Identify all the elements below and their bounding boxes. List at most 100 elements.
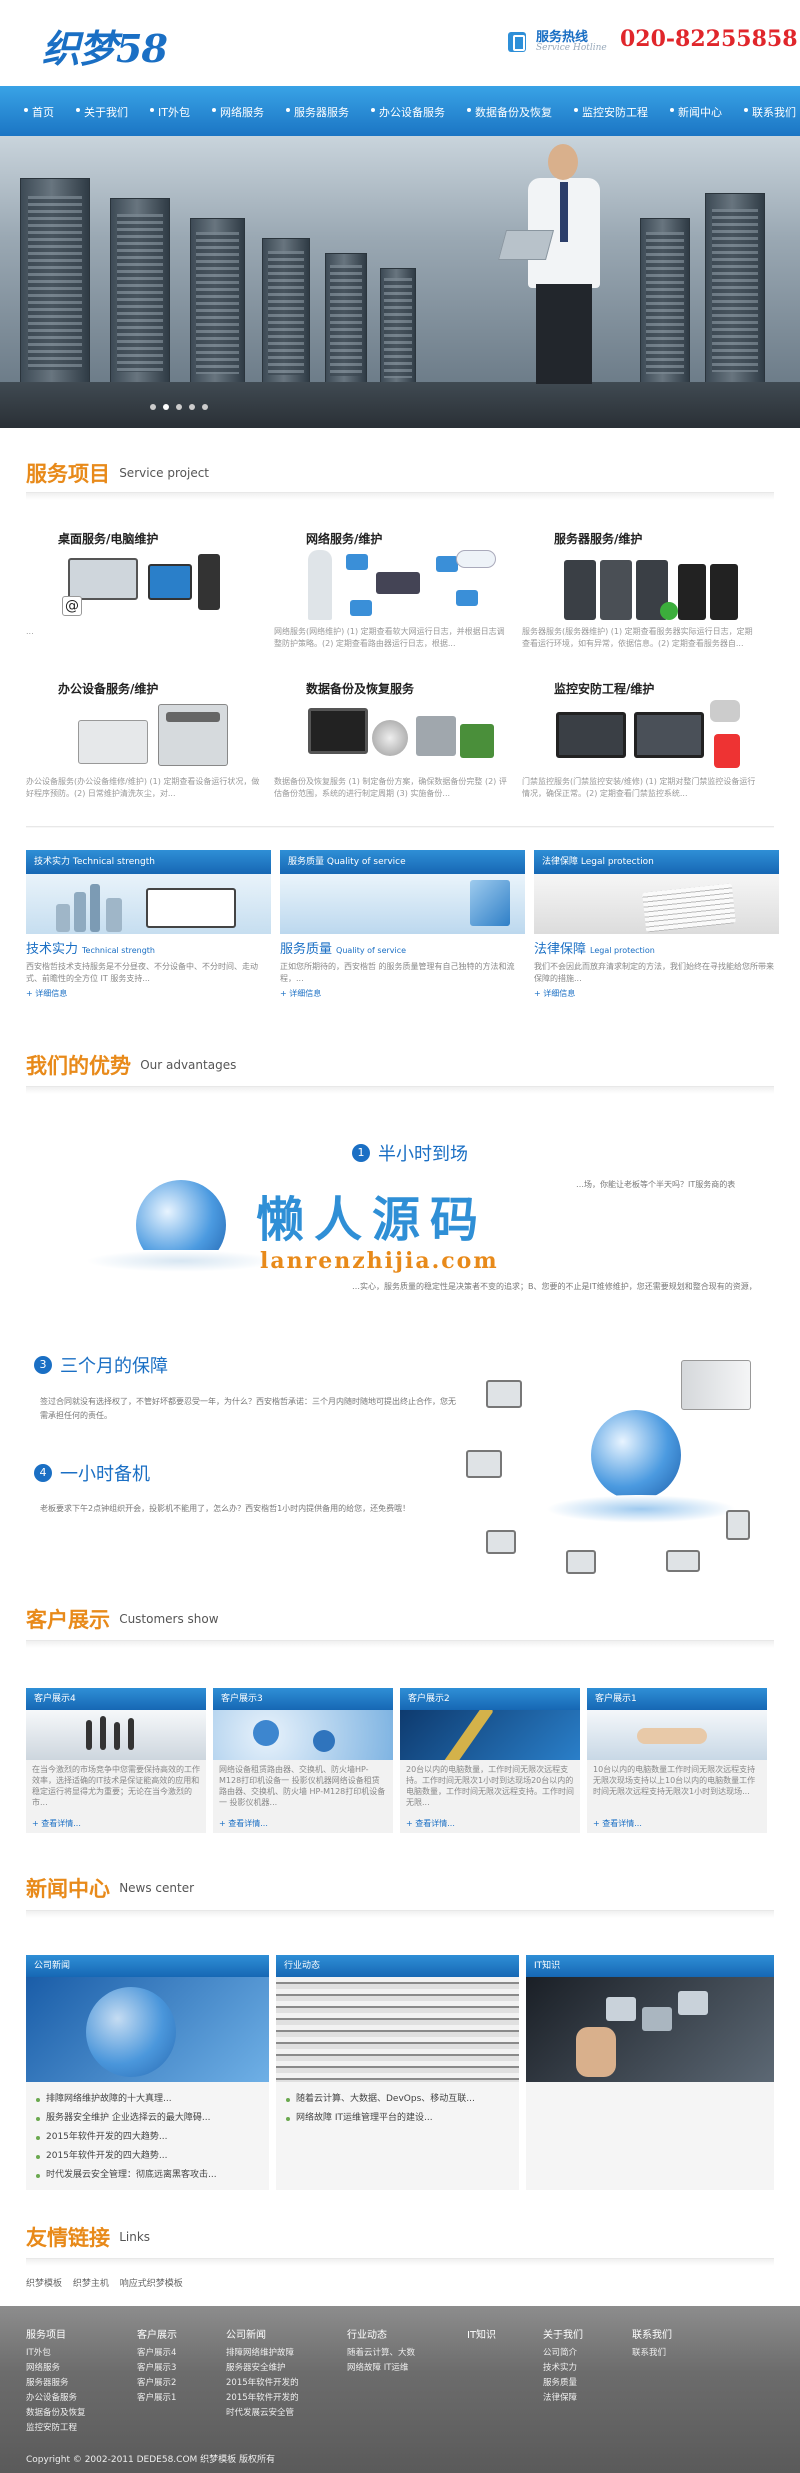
info-title: 技术实力 Technical strength (26, 942, 155, 957)
nav-item-security[interactable]: 监控安防工程 (573, 104, 648, 120)
service-item[interactable]: 桌面服务/电脑维护 @ ... (26, 530, 266, 660)
advantage-item: 3 三个月的保障 (34, 1352, 168, 1378)
news-bar[interactable]: 公司新闻 (26, 1955, 269, 1977)
nav-item-home[interactable]: 首页 (24, 104, 54, 120)
advantages-subtitle: Our advantages (140, 1058, 237, 1072)
info-card[interactable]: 技术实力 Technical strength 技术实力 Technical st… (26, 850, 271, 1010)
nav-item-office[interactable]: 办公设备服务 (370, 104, 445, 120)
friend-link[interactable]: 响应式织梦模板 (120, 2279, 183, 2289)
slide-dot[interactable] (189, 404, 195, 410)
server-rack (262, 238, 310, 388)
info-more-link[interactable]: + 详细信息 (280, 988, 525, 999)
news-item[interactable]: 2015年软件开发的四大趋势... (36, 2147, 259, 2166)
banner-floor (0, 382, 800, 428)
customer-desc: 在当今激烈的市场竞争中您需要保持高效的工作效率，选择适确的IT技术是保证能高效的… (26, 1760, 206, 1818)
server-rack (20, 178, 90, 388)
slide-dot[interactable] (150, 404, 156, 410)
nav-item-contact[interactable]: 联系我们 (743, 104, 796, 120)
server-rack (640, 218, 690, 388)
service-desc: 办公设备服务(办公设备维修/维护) (1) 定期查看设备运行状况，做好程序预防。… (26, 777, 260, 798)
nav-item-it-outsourcing[interactable]: IT外包 (150, 104, 190, 120)
footer-column: 关于我们 公司简介 技术实力 服务质量 法律保障 (543, 2330, 583, 2403)
info-more-link[interactable]: + 详细信息 (534, 988, 779, 999)
customer-card[interactable]: 客户展示4 在当今激烈的市场竞争中您需要保持高效的工作效率，选择适确的IT技术是… (26, 1688, 206, 1843)
hotline-number: 020-82255858 (620, 26, 798, 52)
info-card[interactable]: 服务质量 Quality of service 服务质量 Quality of s… (280, 850, 525, 1010)
news-column: 行业动态 随着云计算、大数据、DevOps、移动互联... 网络故障 IT运维管… (276, 1955, 519, 2190)
data-backup-image (306, 700, 496, 772)
service-item[interactable]: 网络服务/维护 网络服务(网络维护) (1) 定期查看软大网运行日志，并根据日志… (274, 530, 514, 660)
news-item[interactable]: 服务器安全维护 企业选择云的最大障碍... (36, 2109, 259, 2128)
friend-link[interactable]: 织梦模板 (26, 2279, 62, 2289)
service-item[interactable]: 办公设备服务/维护 办公设备服务(办公设备维修/维护) (1) 定期查看设备运行… (26, 680, 266, 810)
service-title[interactable]: 数据备份及恢复服务 (306, 680, 414, 697)
service-desc: 网络服务(网络维护) (1) 定期查看软大网运行日志，并根据日志调整防护策略。(… (274, 627, 505, 648)
customer-desc: 10台以内的电脑数量工作时间无限次远程支持无限次现场支持以上10台以内的电脑数量… (587, 1760, 767, 1818)
news-bar[interactable]: 行业动态 (276, 1955, 519, 1977)
customer-desc: 网络设备租赁路由器、交换机、防火墙HP-M128打印机设备一 投影仪机器网络设备… (213, 1760, 393, 1818)
city-skyline-image (26, 874, 271, 934)
watermark-text: 懒人源码 (256, 1192, 489, 1248)
main-nav: 首页 关于我们 IT外包 网络服务 服务器服务 办公设备服务 数据备份及恢复 监… (0, 86, 800, 136)
news-item[interactable]: 随着云计算、大数据、DevOps、移动互联... (286, 2090, 509, 2109)
pen-image (400, 1710, 580, 1760)
news-bar[interactable]: IT知识 (526, 1955, 774, 1977)
links-subtitle: Links (119, 2230, 151, 2244)
quality-cube-image (280, 874, 525, 934)
slide-dot-active[interactable] (163, 404, 169, 410)
customer-more-link[interactable]: + 查看详情... (587, 1818, 767, 1833)
hotline-sub: Service Hotline (536, 43, 607, 53)
footer-column: 服务项目 IT外包 网络服务 服务器服务 办公设备服务 数据备份及恢复 监控安防… (26, 2330, 86, 2433)
site-logo[interactable]: 织梦58 (42, 18, 168, 73)
advantage-desc: 老板要求下午2点钟组织开会，投影机不能用了，怎么办？西安楷哲1小时内提供备用的给… (40, 1504, 411, 1513)
customer-card[interactable]: 客户展示3 网络设备租赁路由器、交换机、防火墙HP-M128打印机设备一 投影仪… (213, 1688, 393, 1843)
service-title[interactable]: 监控安防工程/维护 (554, 680, 654, 697)
info-more-link[interactable]: + 详细信息 (26, 988, 271, 999)
friend-links: 织梦模板 织梦主机 响应式织梦模板 (26, 2276, 191, 2289)
customer-card[interactable]: 客户展示2 20台以内的电脑数量，工作时间无限次远程支持。工作时间无限次1小时到… (400, 1688, 580, 1843)
customer-desc: 20台以内的电脑数量，工作时间无限次远程支持。工作时间无限次1小时到达现场20台… (400, 1760, 580, 1818)
news-heading: 新闻中心 News center (26, 1873, 194, 1903)
info-card[interactable]: 法律保障 Legal protection 法律保障 Legal protecti… (534, 850, 779, 1010)
advantage-item: 1 半小时到场 (352, 1140, 468, 1166)
service-desc: 服务器服务(服务器维护) (1) 定期查看服务器实际运行日志，定期查看运行环境，… (522, 627, 753, 648)
news-item[interactable]: 排障网络维护故障的十大真理... (36, 2090, 259, 2109)
service-item[interactable]: 监控安防工程/维护 门禁监控服务(门禁监控安装/维修) (1) 定期对整门禁监控… (522, 680, 762, 810)
server-rack (190, 218, 245, 388)
links-heading: 友情链接 Links (26, 2222, 150, 2252)
info-title: 法律保障 Legal protection (534, 942, 655, 957)
news-item[interactable]: 时代发展云安全管理：彻底远离黑客攻击... (36, 2166, 259, 2185)
hero-banner[interactable] (0, 136, 800, 428)
service-title[interactable]: 桌面服务/电脑维护 (58, 530, 158, 547)
friend-link[interactable]: 织梦主机 (73, 2279, 109, 2289)
service-desc: 门禁监控服务(门禁监控安装/维修) (1) 定期对整门禁监控设备运行情况，确保正… (522, 777, 756, 798)
customer-bar: 客户展示4 (26, 1688, 206, 1710)
nav-item-news[interactable]: 新闻中心 (669, 104, 722, 120)
nav-item-about[interactable]: 关于我们 (76, 104, 128, 120)
service-title[interactable]: 办公设备服务/维护 (58, 680, 158, 697)
footer-column: 联系我们 联系我们 (632, 2330, 672, 2358)
advantages-block: 1 半小时到场 …场，你能让老板等个半天吗？IT服务商的表 懒人源码 lanren… (26, 1110, 774, 1590)
service-item[interactable]: 服务器服务/维护 服务器服务(服务器维护) (1) 定期查看服务器实际运行日志，… (522, 530, 762, 660)
nav-item-server[interactable]: 服务器服务 (285, 104, 349, 120)
nav-item-network[interactable]: 网络服务 (211, 104, 264, 120)
news-item[interactable]: 2015年软件开发的四大趋势... (36, 2128, 259, 2147)
servers-image (554, 550, 744, 622)
nav-item-backup[interactable]: 数据备份及恢复 (466, 104, 552, 120)
service-title[interactable]: 网络服务/维护 (306, 530, 382, 547)
customer-card[interactable]: 客户展示1 10台以内的电脑数量工作时间无限次远程支持无限次现场支持以上10台以… (587, 1688, 767, 1843)
server-rack (325, 253, 367, 388)
news-item[interactable]: 网络故障 IT运维管理平台的建设... (286, 2109, 509, 2128)
customer-more-link[interactable]: + 查看详情... (26, 1818, 206, 1833)
info-title: 服务质量 Quality of service (280, 942, 407, 957)
service-title[interactable]: 服务器服务/维护 (554, 530, 642, 547)
customer-more-link[interactable]: + 查看详情... (400, 1818, 580, 1833)
slide-dot[interactable] (202, 404, 208, 410)
service-desc: ... (26, 627, 34, 636)
touchscreen-image (526, 1977, 774, 2082)
footer-column: 公司新闻 排障网络维护故障 服务器安全维护 2015年软件开发的 2015年软件… (226, 2330, 299, 2418)
slide-dot[interactable] (176, 404, 182, 410)
customer-more-link[interactable]: + 查看详情... (213, 1818, 393, 1833)
newspapers-image (276, 1977, 519, 2082)
service-item[interactable]: 数据备份及恢复服务 数据备份及恢复服务 (1) 制定备份方案，确保数据备份完整 … (274, 680, 514, 810)
